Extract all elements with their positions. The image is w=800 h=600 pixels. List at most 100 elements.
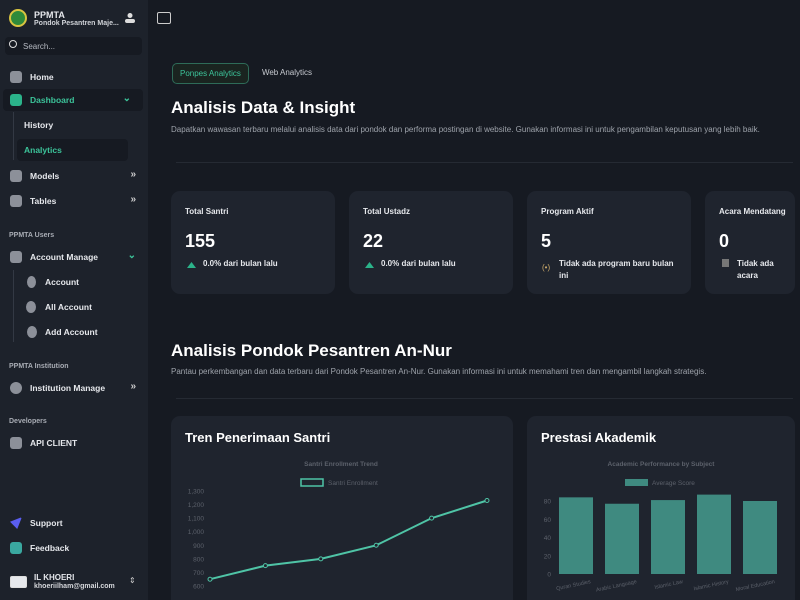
stat-value: 0: [719, 231, 729, 252]
y-tick-label: 40: [544, 535, 552, 542]
y-tick-label: 800: [193, 556, 204, 563]
sidebar-item-tables[interactable]: Tables »: [0, 190, 148, 212]
shield-icon: [10, 251, 22, 263]
academic-chart-card: Prestasi Akademik Academic Performance b…: [527, 416, 795, 600]
stat-value: 155: [185, 231, 215, 252]
y-tick-label: 60: [544, 517, 552, 524]
legend-label[interactable]: Santri Enrollment: [328, 480, 378, 487]
label: API CLIENT: [30, 438, 77, 448]
sidebar-item-analytics[interactable]: Analytics: [17, 139, 128, 161]
y-tick-label: 1,300: [188, 489, 205, 496]
bar: [743, 501, 777, 574]
brand-name: PPMTA: [34, 10, 65, 20]
chevron-right-icon: »: [130, 381, 136, 392]
enrollment-line-chart: Santri Enrollment Trend Santri Enrollmen…: [171, 416, 513, 600]
sidebar-item-dashboard[interactable]: Dashboard⌄: [3, 89, 143, 111]
trend-up-icon: [365, 261, 374, 268]
divider: [176, 162, 793, 163]
sidebar-item-models[interactable]: Models»: [0, 165, 148, 187]
label: History: [24, 120, 53, 130]
sidebar-item-all-account[interactable]: All Account: [0, 296, 148, 318]
label: Support: [30, 518, 63, 528]
bar: [651, 500, 685, 574]
section-description: Pantau perkembangan dan data terbaru dar…: [171, 364, 793, 380]
section-label: PPMTA Users: [9, 232, 54, 239]
chevron-updown-icon: ⇕: [129, 576, 136, 585]
chevron-right-icon: »: [130, 194, 136, 205]
stat-card-acara-mendatang: Acara Mendatang 0 Tidak ada acara: [705, 191, 795, 294]
legend-swatch: [301, 479, 323, 486]
label: Institution Manage: [30, 383, 105, 393]
legend-label[interactable]: Average Score: [652, 480, 695, 487]
y-tick-label: 0: [547, 572, 551, 579]
api-icon: [10, 437, 22, 449]
stat-title: Program Aktif: [541, 207, 594, 216]
stat-card-program-aktif: Program Aktif 5 (•) Tidak ada program ba…: [527, 191, 691, 294]
chevron-down-icon: ⌄: [128, 250, 136, 261]
sidebar-item-account[interactable]: Account: [0, 271, 148, 293]
data-point: [430, 516, 434, 520]
section-label: PPMTA Institution: [9, 363, 69, 370]
user-name: IL KHOERI: [34, 573, 74, 582]
bar: [605, 504, 639, 574]
bar: [697, 495, 731, 574]
stat-title: Total Ustadz: [363, 207, 410, 216]
shield-icon: [10, 382, 22, 394]
user-icon: [27, 276, 36, 288]
sidebar-item-api-client[interactable]: API CLIENT: [0, 432, 148, 454]
label: Models: [30, 171, 59, 181]
search-placeholder: Search...: [23, 42, 55, 51]
data-point: [263, 564, 267, 568]
legend-swatch: [625, 479, 648, 486]
sidebar-item-history[interactable]: History: [0, 114, 148, 136]
sidebar-item-add-account[interactable]: Add Account: [0, 321, 148, 343]
stat-card-total-santri: Total Santri 155 0.0% dari bulan lalu: [171, 191, 335, 294]
search-input[interactable]: Search...: [5, 37, 142, 55]
divider: [176, 398, 793, 399]
x-tick-label: Arabic Language: [595, 579, 637, 594]
section-title: Analisis Pondok Pesantren An-Nur: [171, 341, 452, 361]
label: Analytics: [24, 145, 62, 155]
academic-bar-chart: Academic Performance by Subject Average …: [527, 416, 795, 600]
stat-note: Tidak ada program baru bulan ini: [559, 258, 683, 282]
data-point: [319, 557, 323, 561]
chart-title: Santri Enrollment Trend: [304, 461, 378, 468]
stat-title: Total Santri: [185, 207, 228, 216]
stat-card-total-ustadz: Total Ustadz 22 0.0% dari bulan lalu: [349, 191, 513, 294]
sidebar-item-institution-manage[interactable]: Institution Manage »: [0, 377, 148, 399]
data-point: [208, 577, 212, 581]
home-icon: [10, 71, 22, 83]
sidebar-toggle-icon[interactable]: [157, 12, 171, 24]
label: Tables: [30, 196, 56, 206]
x-tick-label: Quran Studies: [556, 579, 592, 592]
y-tick-label: 1,000: [188, 529, 205, 536]
laptop-icon: [10, 576, 27, 588]
tab-web-analytics[interactable]: Web Analytics: [255, 63, 319, 84]
y-tick-label: 80: [544, 499, 552, 506]
data-point: [374, 543, 378, 547]
stat-value: 22: [363, 231, 383, 252]
sidebar-item-home[interactable]: Home: [0, 66, 148, 88]
user-menu[interactable]: IL KHOERI khoeriilham@gmail.com ⇕: [0, 570, 148, 596]
label: Feedback: [30, 543, 69, 553]
trend-up-icon: [187, 261, 196, 268]
x-tick-label: Islamic Law: [654, 579, 683, 591]
stat-note: 0.0% dari bulan lalu: [203, 258, 327, 270]
sidebar-item-feedback[interactable]: Feedback: [0, 537, 148, 559]
sidebar-item-account-manage[interactable]: Account Manage⌄: [0, 246, 148, 268]
section-label: Developers: [9, 418, 47, 425]
users-icon: [26, 301, 36, 313]
edit-icon: [10, 170, 22, 182]
user-plus-icon: [27, 326, 37, 338]
page-description-text: Dapatkan wawasan terbaru melalui analisi…: [171, 125, 741, 134]
y-tick-label: 1,100: [188, 516, 205, 523]
dashboard-icon: [10, 94, 22, 106]
x-tick-label: Moral Education: [735, 579, 775, 593]
stat-note: 0.0% dari bulan lalu: [381, 258, 505, 270]
data-point: [485, 499, 489, 503]
broadcast-icon: (•): [542, 263, 550, 272]
user-switch-icon[interactable]: [124, 11, 136, 23]
sidebar-item-support[interactable]: Support: [0, 512, 148, 534]
tab-ponpes-analytics[interactable]: Ponpes Analytics: [172, 63, 249, 84]
stat-value: 5: [541, 231, 551, 252]
